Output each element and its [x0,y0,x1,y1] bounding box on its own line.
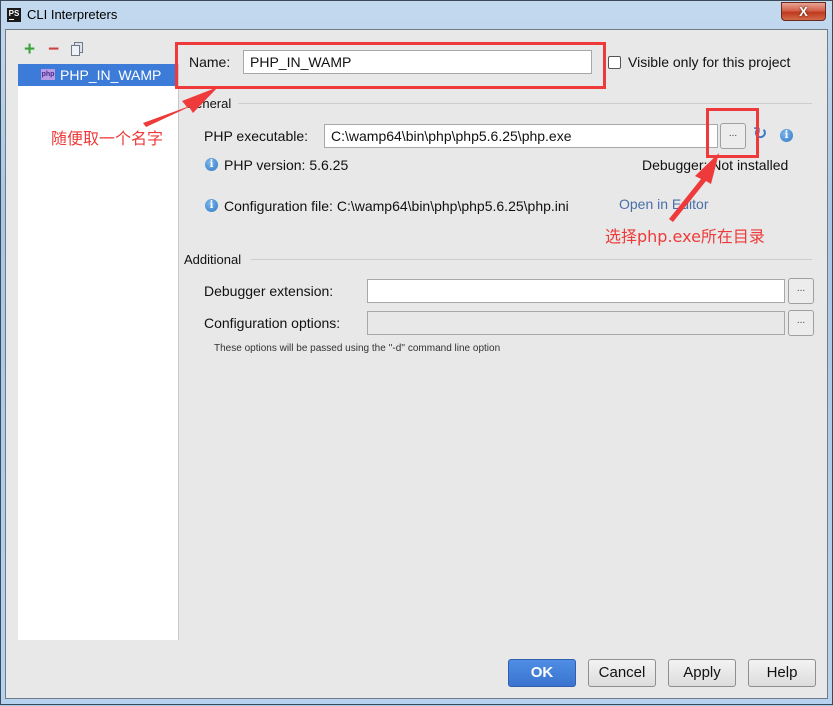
name-annotation-text: 随便取一个名字 [51,129,164,148]
general-section-title: General [185,96,232,111]
config-file-info-icon: i [205,199,218,212]
phpstorm-app-icon: PS [7,8,21,22]
open-in-editor-link[interactable]: Open in Editor [619,196,709,212]
apply-button[interactable]: Apply [668,659,736,687]
remove-interpreter-button[interactable]: − [48,40,59,59]
debugger-extension-browse-button[interactable]: ... [788,278,814,304]
interpreter-item-php-in-wamp[interactable]: php PHP_IN_WAMP [18,64,178,86]
interpreter-list: php PHP_IN_WAMP [18,64,179,640]
close-button[interactable]: X [781,2,826,21]
window-title: CLI Interpreters [27,7,118,22]
title-bar: PS CLI Interpreters X [1,1,832,29]
browse-highlight-box [706,108,759,158]
cli-interpreters-dialog: PS CLI Interpreters X + − php PHP_IN_WAM… [0,0,833,705]
visible-only-label: Visible only for this project [628,54,791,70]
visible-only-checkbox[interactable] [608,56,621,69]
configuration-options-input[interactable] [367,311,785,335]
configuration-options-browse-button[interactable]: ... [788,310,814,336]
add-interpreter-button[interactable]: + [24,40,35,59]
php-executable-input[interactable]: C:\wamp64\bin\php\php5.6.25\php.exe [324,124,718,148]
debugger-extension-label: Debugger extension: [204,283,334,299]
debugger-status-text: Debugger: Not installed [642,157,789,173]
cancel-button[interactable]: Cancel [588,659,656,687]
additional-section-title: Additional [184,252,242,267]
ok-button[interactable]: OK [508,659,576,687]
configuration-options-hint: These options will be passed using the '… [214,343,501,354]
php-icon: php [41,69,55,80]
php-executable-label: PHP executable: [204,128,309,144]
additional-divider [251,259,812,260]
php-version-text: PHP version: 5.6.25 [224,157,349,173]
help-button[interactable]: Help [748,659,816,687]
debugger-extension-input[interactable] [367,279,785,303]
general-divider [238,103,812,104]
php-version-info-icon: i [205,158,218,171]
interpreter-item-label: PHP_IN_WAMP [60,67,162,83]
info-icon[interactable]: i [780,129,793,142]
config-file-text: Configuration file: C:\wamp64\bin\php\ph… [224,198,569,214]
exe-annotation-text: 选择php.exe所在目录 [605,227,765,246]
copy-interpreter-button[interactable] [71,42,83,56]
name-highlight-box [175,42,606,89]
configuration-options-label: Configuration options: [204,315,341,331]
